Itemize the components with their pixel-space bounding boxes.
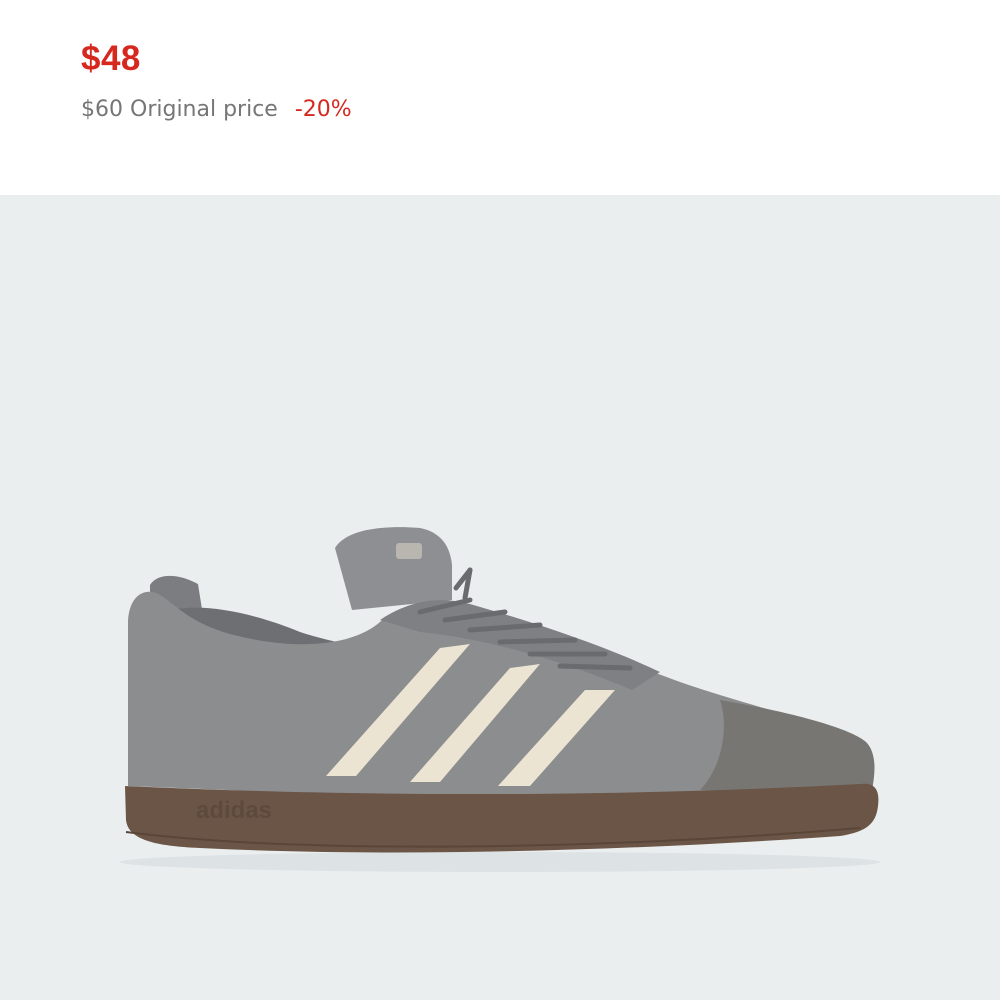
product-page: $48 $60 Original price -20% adidas (0, 0, 1000, 1000)
toe-cap (700, 700, 875, 792)
original-price-label: Original price (130, 97, 278, 122)
shoe-shadow (120, 852, 880, 872)
sole-brand-text: adidas (196, 797, 272, 824)
original-price-line: $60 Original price -20% (81, 96, 352, 124)
tongue-label (396, 543, 422, 559)
original-price: $60 (81, 97, 123, 122)
tongue (335, 527, 452, 610)
product-image[interactable]: adidas (0, 195, 1000, 1000)
sale-price: $48 (81, 39, 141, 78)
sneaker-illustration: adidas (120, 527, 880, 872)
price-block: $48 $60 Original price -20% (81, 38, 352, 124)
discount-badge: -20% (294, 97, 352, 122)
